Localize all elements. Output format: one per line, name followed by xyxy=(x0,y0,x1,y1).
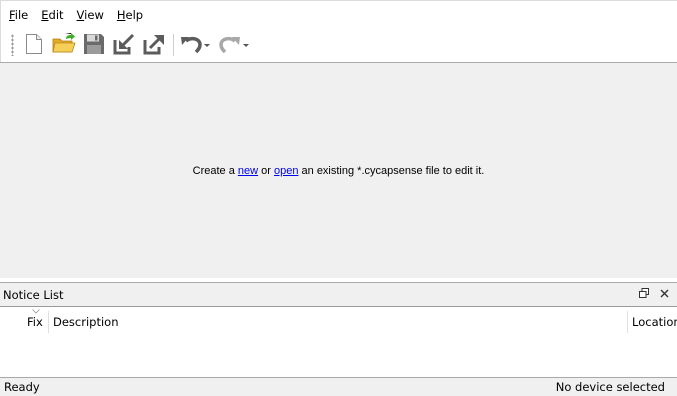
menu-file[interactable]: File xyxy=(9,8,28,22)
message-suffix: an existing *.cycapsense file to edit it… xyxy=(298,165,485,177)
column-header-location[interactable]: Location xyxy=(632,315,677,329)
column-divider[interactable] xyxy=(627,311,628,333)
menu-edit-label: dit xyxy=(48,7,64,22)
notice-list-titlebar[interactable]: Notice List xyxy=(0,282,677,306)
toolbar-grip-handle[interactable] xyxy=(11,34,14,56)
new-file-button[interactable] xyxy=(22,32,46,58)
menu-edit[interactable]: Edit xyxy=(41,8,63,22)
undo-dropdown-arrow-icon[interactable] xyxy=(204,43,210,47)
notice-list-table[interactable]: Fix Description Location xyxy=(0,306,677,378)
table-header: Fix Description Location xyxy=(0,307,677,335)
redo-dropdown-arrow-icon[interactable] xyxy=(243,43,249,47)
notice-list-title: Notice List xyxy=(3,287,64,302)
import-button[interactable] xyxy=(112,32,136,58)
menu-help-label: elp xyxy=(125,7,144,22)
column-header-fix[interactable]: Fix xyxy=(27,315,43,329)
toolbar xyxy=(0,28,677,62)
editor-area: Create a new or open an existing *.cycap… xyxy=(0,62,677,278)
new-file-icon xyxy=(25,33,43,58)
menu-help-mnemonic: H xyxy=(116,7,126,22)
open-link[interactable]: open xyxy=(274,165,298,177)
menu-file-label: ile xyxy=(14,7,29,22)
app-window: File Edit View Help Create a new or open… xyxy=(0,0,677,396)
float-dock-button[interactable] xyxy=(637,288,651,302)
toolbar-separator xyxy=(173,34,174,56)
column-divider[interactable] xyxy=(48,311,49,333)
export-icon xyxy=(143,33,165,58)
status-bar: Ready No device selected xyxy=(0,377,677,396)
redo-icon xyxy=(218,33,242,58)
menu-view[interactable]: View xyxy=(77,8,104,22)
undo-button[interactable] xyxy=(179,32,203,58)
float-window-icon xyxy=(639,288,649,301)
new-link[interactable]: new xyxy=(238,165,258,177)
message-prefix: Create a xyxy=(192,165,238,177)
menu-edit-mnemonic: E xyxy=(41,7,49,22)
menu-bar: File Edit View Help xyxy=(0,0,677,28)
export-button[interactable] xyxy=(142,32,166,58)
device-status-text: No device selected xyxy=(555,380,665,394)
status-text: Ready xyxy=(4,380,40,394)
redo-button[interactable] xyxy=(218,32,242,58)
save-button[interactable] xyxy=(82,32,106,58)
menu-view-label: iew xyxy=(84,7,104,22)
close-dock-button[interactable] xyxy=(657,288,671,302)
save-icon xyxy=(83,33,105,58)
column-header-description[interactable]: Description xyxy=(53,315,119,329)
empty-editor-message: Create a new or open an existing *.cycap… xyxy=(0,165,677,177)
menu-help[interactable]: Help xyxy=(117,8,143,22)
message-middle: or xyxy=(258,165,274,177)
open-button[interactable] xyxy=(52,32,76,58)
import-icon xyxy=(113,33,135,58)
open-folder-icon xyxy=(52,32,76,58)
close-icon xyxy=(660,289,669,301)
undo-icon xyxy=(179,33,203,58)
